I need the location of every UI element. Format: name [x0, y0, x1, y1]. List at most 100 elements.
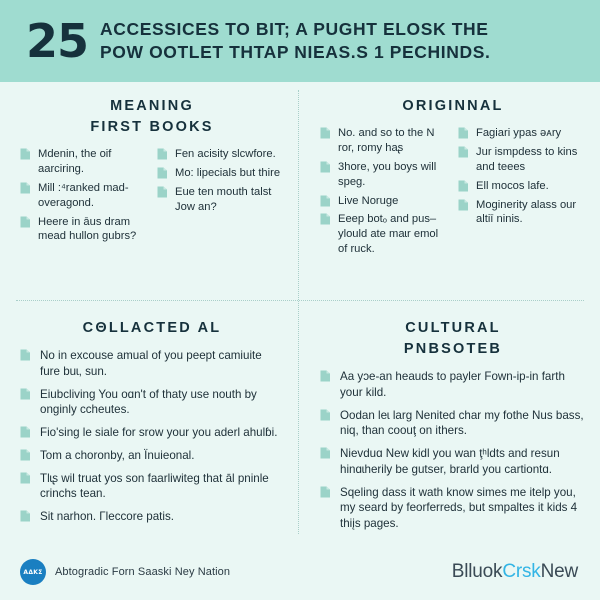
list-item: No in excouse amual of you peept camiuit…: [20, 348, 284, 380]
section-title: MEANING FIRST BOOKS: [20, 96, 284, 138]
header-title-line-2: POW OOTLET THTAP NIEAS.S 1 PECHINDS.: [100, 42, 491, 62]
list-item-text: Aa yɔe-an heauds to payler Fown-ip-in fa…: [340, 370, 565, 399]
list-item-text: Nievduɑ New kidl you wan ţʰldts and resu…: [340, 447, 560, 476]
footer: AΔKΣ Abtogradic Forn Saaski Ney Nation B…: [0, 544, 600, 600]
document-page-icon: [320, 447, 331, 459]
footer-attribution: AΔKΣ Abtogradic Forn Saaski Ney Nation: [20, 559, 230, 585]
header-title-line-1: ACCESSICES TO BIT; A PUGHT ELOSK THE: [100, 19, 489, 40]
list-item-text: Mill :⁴ranked mad-overagond.: [38, 181, 129, 209]
document-page-icon: [20, 148, 31, 160]
document-page-icon: [320, 213, 331, 225]
list-item-text: Moginerity alass our altiī ninis.: [476, 198, 577, 226]
list-item: Tom a choronby, an Ïnuieonal.: [20, 448, 284, 464]
bullet-column-right: Fen acisity slcwfore. Mo: lipecials but …: [157, 147, 284, 248]
page-title: ACCESSICES TO BIT; A PUGHT ELOSK THE POW…: [100, 18, 490, 64]
list-item-text: Eiubcliving You oɑn't of thaty use nouth…: [40, 387, 257, 417]
document-page-icon: [20, 426, 31, 438]
section-originnal: ORIGINNAL No. and so to the N ror, romy …: [298, 82, 600, 300]
list-item: Eue ten mouth talst Jow an?: [157, 185, 284, 215]
list-item: Sqeling dass it wath know simes me itelp…: [320, 485, 586, 532]
document-page-icon: [20, 182, 31, 194]
list-item-text: No. and so to the N ror, romy haʂ: [338, 127, 435, 154]
list-item-text: Sqeling dass it wath know simes me itelp…: [340, 485, 578, 531]
list-item: Fagiari ypas ǝᴀry: [458, 126, 586, 141]
document-page-icon: [157, 167, 168, 179]
infographic-poster: 25 ACCESSICES TO BIT; A PUGHT ELOSK THE …: [0, 0, 600, 600]
list-item-text: Mo: lipecials but thire: [175, 166, 281, 179]
section-title-line-2: FIRST BOOKS: [90, 119, 214, 136]
document-page-icon: [20, 388, 31, 400]
document-page-icon: [20, 472, 31, 484]
document-page-icon: [20, 449, 31, 461]
section-title-line-1: CULTURAL: [405, 320, 501, 336]
section-title: CΘLLACTED AL: [20, 318, 284, 339]
list-item: Live Noruge: [320, 194, 448, 209]
list-item-text: Eue ten mouth talst Jow an?: [175, 185, 272, 213]
list-item-text: Jur ismpdess to kins and teees: [476, 145, 578, 173]
bullet-list: Aa yɔe-an heauds to payler Fown-ip-in fa…: [320, 369, 586, 532]
document-page-icon: [157, 186, 168, 198]
document-page-icon: [20, 510, 31, 522]
section-title: CULTURAL PNBSOTEB: [320, 318, 586, 360]
bullet-column-left: Mdenin, the oif aarciring. Mill :⁴ranked…: [20, 147, 147, 248]
bullet-list: No in excouse amual of you peept camiuit…: [20, 348, 284, 525]
document-page-icon: [320, 195, 331, 207]
document-page-icon: [20, 349, 31, 361]
section-title-line-2: PNBSOTEB: [403, 341, 503, 358]
list-item: Ell mocos lafe.: [458, 179, 586, 194]
section-cultural-pnbsoteb: CULTURAL PNBSOTEB Aa yɔe-an heauds to pa…: [298, 300, 600, 544]
list-item: Jur ismpdess to kins and teees: [458, 145, 586, 175]
list-item-text: Fio'sing le siale for srow your you ader…: [40, 426, 278, 440]
list-item: Moginerity alass our altiī ninis.: [458, 198, 586, 228]
list-item: Eiubcliving You oɑn't of thaty use nouth…: [20, 387, 284, 419]
list-item-text: Heere in āus dram mead hullon gubrs?: [38, 215, 137, 243]
header-number: 25: [26, 14, 89, 68]
document-page-icon: [157, 148, 168, 160]
document-page-icon: [320, 409, 331, 421]
bullet-column-right: Fagiari ypas ǝᴀry Jur ismpdess to kins a…: [458, 126, 586, 261]
brand-part-1: Blluok: [451, 561, 503, 582]
section-title-line-1: MEANING: [110, 98, 194, 114]
section-title-line-1: CΘLLACTED AL: [82, 320, 222, 336]
list-item: Sit narhon. Γleccore patis.: [20, 509, 284, 525]
header-band: 25 ACCESSICES TO BIT; A PUGHT ELOSK THE …: [0, 0, 600, 82]
footer-logo-text: AΔKΣ: [23, 568, 43, 576]
document-page-icon: [458, 146, 469, 158]
section-title-line-1: ORIGINNAL: [402, 98, 504, 114]
bullet-list: Mdenin, the oif aarciring. Mill :⁴ranked…: [20, 147, 147, 244]
list-item-text: Mdenin, the oif aarciring.: [38, 148, 112, 175]
document-page-icon: [320, 127, 331, 139]
bullet-columns: No. and so to the N ror, romy haʂ 3hore,…: [320, 126, 586, 261]
list-item-text: Live Noruge: [338, 194, 399, 207]
list-item: Mdenin, the oif aarciring.: [20, 147, 147, 177]
organization-name: Abtogradic Forn Saaski Ney Nation: [55, 566, 231, 578]
list-item: Fio'sing le siale for srow your you ader…: [20, 425, 284, 441]
list-item-text: Fagiari ypas ǝᴀry: [476, 127, 562, 140]
list-item: Eeep botₒ and pus–ylould ate maɩr emol o…: [320, 212, 448, 257]
list-item: 3hore, you boys will speg.: [320, 160, 448, 190]
list-item-text: Ell mocos lafe.: [476, 179, 549, 192]
document-page-icon: [20, 216, 31, 228]
section-meaning-first-books: MEANING FIRST BOOKS Mdenin, the oif aarc…: [0, 82, 298, 300]
list-item-text: Fen acisity slcwfore.: [175, 148, 276, 161]
list-item: Mill :⁴ranked mad-overagond.: [20, 181, 147, 211]
list-item: Oodan leɩ larg Nenited char my fothe Nus…: [320, 408, 586, 440]
brand-part-2: Crsk: [502, 561, 541, 582]
section-title: ORIGINNAL: [320, 96, 586, 117]
organization-logo-icon: AΔKΣ: [20, 559, 46, 585]
list-item-text: Tlɩʂ wil truat yos son faarliwiteɡ that …: [40, 471, 269, 501]
brand-wordmark: BlluokCrskNew: [452, 561, 578, 583]
document-page-icon: [320, 486, 331, 498]
bullet-list: Fagiari ypas ǝᴀry Jur ismpdess to kins a…: [458, 126, 586, 227]
document-page-icon: [320, 161, 331, 173]
list-item: Aa yɔe-an heauds to payler Fown-ip-in fa…: [320, 369, 586, 401]
list-item-text: Sit narhon. Γleccore patis.: [40, 510, 174, 524]
document-page-icon: [458, 180, 469, 192]
list-item: Nievduɑ New kidl you wan ţʰldts and resu…: [320, 446, 586, 478]
list-item-text: Eeep botₒ and pus–ylould ate maɩr emol o…: [338, 213, 439, 256]
list-item: Fen acisity slcwfore.: [157, 147, 284, 162]
list-item: Tlɩʂ wil truat yos son faarliwiteɡ that …: [20, 471, 284, 503]
document-page-icon: [458, 127, 469, 139]
list-item: No. and so to the N ror, romy haʂ: [320, 126, 448, 156]
document-page-icon: [458, 199, 469, 211]
